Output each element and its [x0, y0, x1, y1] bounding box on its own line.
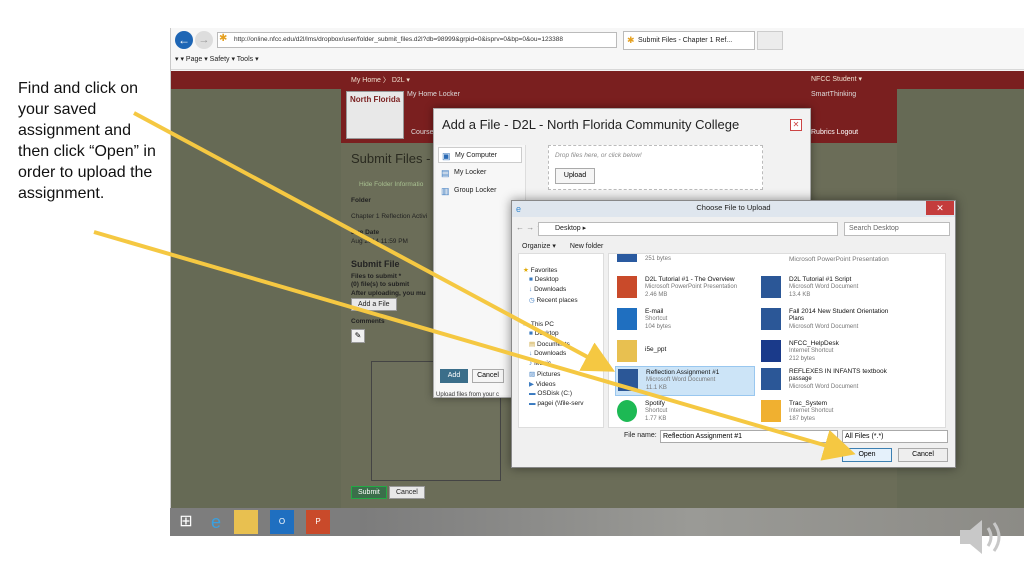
instruction-arrows — [93, 111, 856, 461]
arrow-to-file — [133, 111, 616, 372]
arrow-to-open — [93, 230, 856, 461]
